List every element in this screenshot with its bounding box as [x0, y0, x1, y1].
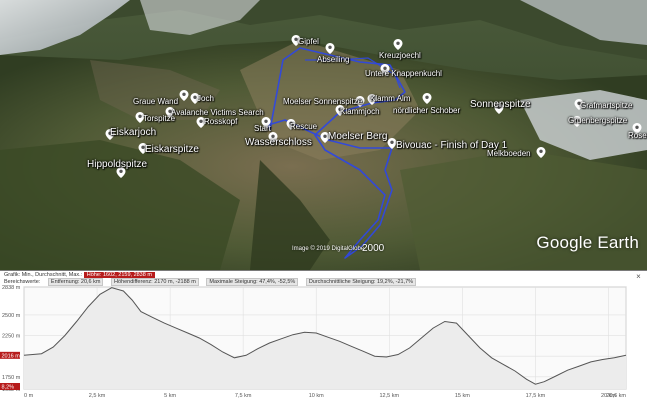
placemark-label-moelser-sonnenspitze[interactable]: Moelser Sonnenspitze [283, 98, 362, 106]
placemark-label-rescue[interactable]: Rescue [290, 123, 317, 131]
y-tick-label: 2500 m [2, 313, 21, 319]
placemark-label-sonnenspitze[interactable]: Sonnenspitze [470, 100, 531, 110]
placemark-pin-icon[interactable] [393, 39, 403, 50]
placemark-label-graue-wand[interactable]: Graue Wand [133, 98, 178, 106]
x-tick-label: 5 km [164, 393, 176, 399]
elevation-profile-panel[interactable]: Grafik: Min., Durchschnitt, Max.: Höhe: … [0, 270, 647, 405]
placemark-label-grafmartspitze[interactable]: Grafmartspitze [580, 102, 632, 110]
imagery-credit: Image © 2019 DigitalGlobe [292, 246, 365, 252]
x-tick-label: 0 m [24, 393, 34, 399]
y-axis-labels: 2838 m2500 m2250 m2000 m1750 m1602 m [2, 285, 21, 393]
x-tick-label: 17,5 km [526, 393, 546, 399]
current-height-marker: 2016 m [2, 353, 21, 359]
placemark-pin-icon[interactable] [179, 90, 189, 101]
x-tick-label: 10 km [309, 393, 324, 399]
map-view[interactable]: Graue Wand Joch Avalanche Victims Search To… [0, 0, 647, 270]
placemark-label-eiskarjoch[interactable]: Eiskarjoch [110, 128, 156, 138]
placemark-label-wasserschloss[interactable]: Wasserschloss [245, 138, 312, 148]
placemark-label-torspitze[interactable]: Torspitze [143, 115, 175, 123]
x-axis-labels: 0 m 2,5 km 5 km 7,5 km 10 km 12,5 km 15 km 17,5… [24, 393, 626, 399]
x-tick-label: 20,6 km [606, 393, 626, 399]
altitude-readout: 2000 [362, 243, 385, 254]
placemark-label-gipfel[interactable]: Gipfel [298, 38, 319, 46]
placemark-label-rosskopf[interactable]: Rosskopf [204, 118, 237, 126]
x-tick-label: 15 km [455, 393, 470, 399]
placemark-label-klammjoch[interactable]: Klammjoch [340, 108, 380, 116]
placemark-label-gruenbergspitze[interactable]: Gruenbergspitze [568, 117, 627, 125]
placemark-label-avalanche[interactable]: Avalanche Victims Search [171, 109, 264, 117]
placemark-label-nordlicher-schober[interactable]: nördlicher Schober [393, 107, 460, 115]
placemark-pin-icon[interactable] [536, 147, 546, 158]
y-tick-label: 1750 m [2, 375, 21, 381]
placemark-label-kreuzjoechl[interactable]: Kreuzjoechl [379, 52, 421, 60]
placemark-pin-icon[interactable] [325, 43, 335, 54]
placemark-label-melkboeden[interactable]: Melkboeden [487, 150, 531, 158]
close-icon[interactable]: × [634, 272, 643, 281]
placemark-label-hippoldspitze[interactable]: Hippoldspitze [87, 160, 147, 170]
x-tick-label: 7,5 km [235, 393, 252, 399]
placemark-label-klamm-alm[interactable]: Klamm Alm [370, 95, 410, 103]
y-tick-label: 2250 m [2, 334, 21, 340]
x-tick-label: 2,5 km [89, 393, 106, 399]
placemark-label-abseiling[interactable]: Abseiling [317, 56, 349, 64]
placemark-label-joch[interactable]: Joch [197, 95, 214, 103]
y-markers: 2016 m 8,2% [0, 351, 21, 391]
placemark-label-rosen[interactable]: Rosen [628, 132, 647, 140]
placemark-label-untere-knappenkuchl[interactable]: Untere Knappenkuchl [365, 70, 442, 78]
placemark-label-moelser-berg[interactable]: Moelser Berg [328, 132, 387, 142]
google-earth-logo: Google Earth [536, 233, 639, 252]
elevation-chart[interactable]: 2838 m2500 m2250 m2000 m1750 m1602 m 0 m… [0, 285, 647, 405]
placemark-label-eiskarspitze[interactable]: Eiskarspitze [145, 145, 199, 155]
current-slope-marker: 8,2% [2, 385, 15, 391]
placemark-pin-icon[interactable] [422, 93, 432, 104]
y-tick-label: 2838 m [2, 285, 21, 291]
x-tick-label: 12,5 km [380, 393, 400, 399]
